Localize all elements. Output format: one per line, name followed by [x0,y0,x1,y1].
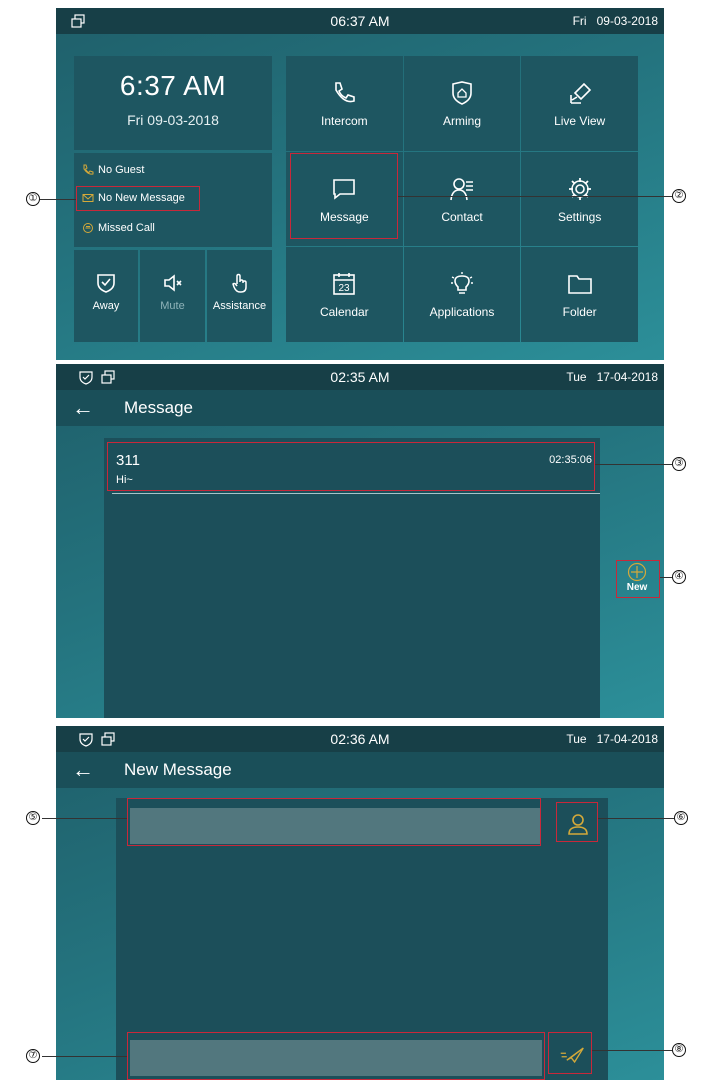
divider [112,493,600,494]
status-date: Fri 09-03-2018 [572,14,658,28]
phone-icon [335,82,356,103]
mute-button[interactable]: Mute [140,250,205,342]
shield-icon [97,274,115,293]
highlight-box [616,560,660,598]
leader-line [598,818,674,819]
status-bar: 06:37 AM Fri 09-03-2018 [56,8,664,34]
callout-6: ⑥ [674,811,688,825]
callout-3: ③ [672,457,686,471]
status-bar: 02:35 AM Tue 17-04-2018 [56,364,664,390]
calendar-icon: 23 [333,273,356,296]
hand-pointer-icon [231,273,247,293]
callout-5: ⑤ [26,811,40,825]
folder-icon [567,275,592,295]
highlight-box [290,153,398,239]
page-title: Message [124,398,193,417]
callout-7: ⑦ [26,1049,40,1063]
highlight-box [127,798,541,846]
camera-icon [569,82,591,104]
new-message-screen: 02:36 AM Tue 17-04-2018 ← New Message [56,726,664,1080]
notice-no-guest[interactable]: No Guest [82,162,144,178]
back-button[interactable]: ← [72,395,94,421]
clock-panel: 6:37 AM Fri 09-03-2018 [74,56,272,150]
leader-line [660,577,672,578]
assistance-button[interactable]: Assistance [207,250,272,342]
leader-line [40,199,76,200]
highlight-box [127,1032,545,1080]
tile-applications[interactable]: Applications [403,247,521,342]
highlight-box [556,802,598,842]
highlight-box [107,442,595,491]
title-bar: ← Message [56,390,664,426]
clock-date: Fri 09-03-2018 [127,112,219,128]
tile-live-view[interactable]: Live View [521,56,638,151]
page-title: New Message [124,760,232,779]
leader-line [42,818,127,819]
callout-2: ② [672,189,686,203]
leader-line [592,1050,672,1051]
clock-time: 6:37 AM [119,70,227,101]
away-button[interactable]: Away [74,250,138,342]
tile-settings[interactable]: Settings [521,151,638,247]
notice-missed-call[interactable]: Missed Call [82,220,155,236]
title-bar: ← New Message [56,752,664,788]
leader-line [398,196,672,197]
status-bar: 02:36 AM Tue 17-04-2018 [56,726,664,752]
status-date: Tue 17-04-2018 [566,732,658,746]
message-screen: 02:35 AM Tue 17-04-2018 ← Message 311 02… [56,364,664,718]
contact-icon [450,177,473,200]
tile-calendar[interactable]: 23 Calendar [286,247,403,342]
back-button[interactable]: ← [72,757,94,783]
highlight-box [548,1032,592,1074]
leader-line [42,1056,127,1057]
chat-bubble-icon [83,223,93,233]
tile-folder[interactable]: Folder [521,247,638,342]
tile-intercom[interactable]: Intercom [286,56,403,151]
callout-1: ① [26,192,40,206]
speaker-mute-icon [163,274,182,292]
tile-contact[interactable]: Contact [403,151,521,247]
tile-arming[interactable]: Arming [403,56,521,151]
callout-8: ⑧ [672,1043,686,1057]
highlight-box [76,186,200,211]
bulb-icon [450,272,473,295]
status-date: Tue 17-04-2018 [566,370,658,384]
calendar-day: 23 [339,283,351,294]
leader-line [595,464,672,465]
callout-4: ④ [672,570,686,584]
gear-icon [568,177,591,200]
phone-icon [83,164,94,175]
shield-home-icon [452,81,472,105]
